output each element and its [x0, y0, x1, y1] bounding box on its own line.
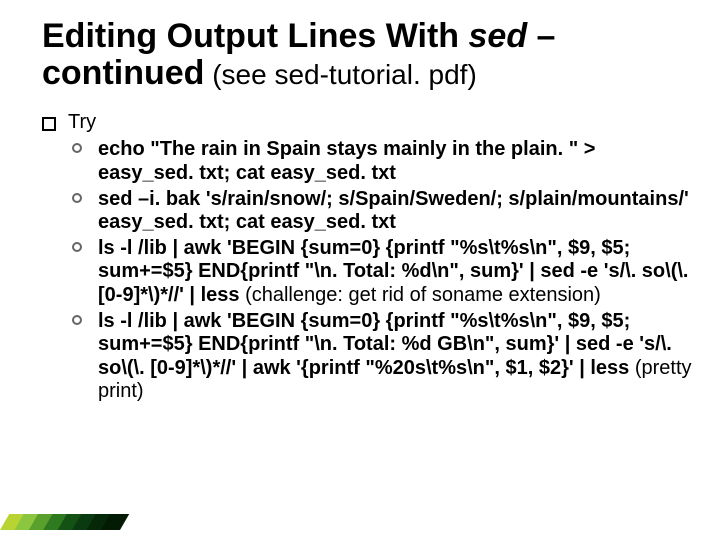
try-label: Try: [68, 111, 96, 133]
title-dash: –: [527, 17, 555, 55]
command-text: ls -l /lib | awk 'BEGIN {sum=0} {printf …: [98, 310, 672, 379]
list-item: echo "The rain in Spain stays mainly in …: [68, 138, 692, 185]
circle-bullet-icon: [72, 193, 82, 203]
list-item: ls -l /lib | awk 'BEGIN {sum=0} {printf …: [68, 310, 692, 404]
title-part1: Editing Output Lines With: [42, 17, 469, 55]
square-bullet-icon: [42, 117, 56, 131]
list-item: sed –i. bak 's/rain/snow/; s/Spain/Swede…: [68, 188, 692, 235]
circle-bullet-icon: [72, 315, 82, 325]
slide: Editing Output Lines With sed – continue…: [0, 0, 720, 540]
command-note: (challenge: get rid of soname extension): [240, 284, 601, 306]
bullet-try: Try: [42, 111, 692, 135]
title-part2: continued: [42, 54, 204, 92]
title-sub: (see sed-tutorial. pdf): [204, 59, 476, 90]
slide-content: Try echo "The rain in Spain stays mainly…: [42, 111, 692, 404]
command-text: sed –i. bak 's/rain/snow/; s/Spain/Swede…: [98, 188, 689, 234]
list-item: ls -l /lib | awk 'BEGIN {sum=0} {printf …: [68, 237, 692, 308]
title-sed: sed: [469, 17, 528, 55]
accent-stripe: [0, 514, 129, 530]
circle-bullet-icon: [72, 143, 82, 153]
slide-title: Editing Output Lines With sed – continue…: [42, 18, 692, 93]
command-text: echo "The rain in Spain stays mainly in …: [98, 138, 595, 184]
circle-bullet-icon: [72, 242, 82, 252]
